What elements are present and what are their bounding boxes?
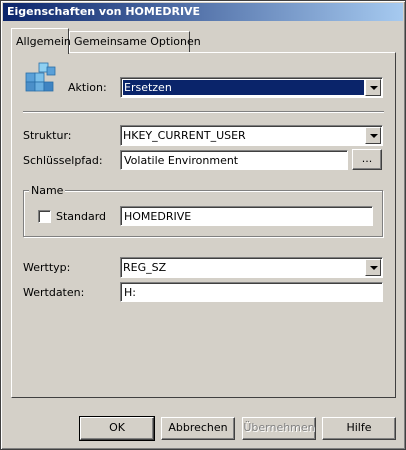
value-data-input[interactable]: H: (120, 282, 383, 302)
browse-button[interactable]: ... (352, 149, 382, 170)
value-type-label: Werttyp: (23, 261, 71, 274)
apply-button[interactable]: Übernehmen (242, 417, 316, 440)
name-value: HOMEDRIVE (124, 210, 192, 223)
help-label: Hilfe (346, 421, 372, 434)
window-title: Eigenschaften von HOMEDRIVE (7, 5, 201, 18)
structure-label: Struktur: (23, 129, 72, 142)
help-button[interactable]: Hilfe (322, 417, 396, 440)
action-value: Ersetzen (123, 80, 364, 95)
action-select[interactable]: Ersetzen (120, 77, 383, 98)
action-label: Aktion: (68, 81, 107, 94)
ok-button[interactable]: OK (79, 416, 155, 441)
cancel-label: Abbrechen (168, 421, 228, 434)
keypath-label: Schlüsselpfad: (23, 154, 103, 167)
name-group-title: Name (29, 184, 66, 197)
keypath-value: Volatile Environment (124, 154, 239, 167)
tab-allgemein[interactable]: Allgemein (11, 28, 71, 54)
cancel-button[interactable]: Abbrechen (161, 417, 235, 440)
keypath-input[interactable]: Volatile Environment (120, 150, 348, 170)
browse-label: ... (361, 152, 373, 165)
registry-cubes-icon (23, 59, 57, 93)
tab-gemeinsame-optionen-label: Gemeinsame Optionen (74, 35, 201, 48)
separator (23, 111, 384, 113)
value-data-label: Wertdaten: (23, 286, 85, 299)
standard-checkbox[interactable] (38, 210, 51, 223)
standard-label: Standard (56, 210, 107, 223)
name-input[interactable]: HOMEDRIVE (120, 206, 373, 226)
value-type-value: REG_SZ (123, 261, 167, 274)
value-type-select[interactable]: REG_SZ (120, 257, 383, 278)
ok-label: OK (109, 421, 125, 434)
apply-label: Übernehmen (243, 421, 315, 434)
structure-dropdown-arrow-icon[interactable] (365, 127, 381, 144)
structure-value: HKEY_CURRENT_USER (123, 129, 246, 142)
value-type-dropdown-arrow-icon[interactable] (365, 259, 381, 276)
properties-dialog: Eigenschaften von HOMEDRIVE Allgemein Ge… (0, 0, 406, 450)
tab-gemeinsame-optionen[interactable]: Gemeinsame Optionen (69, 31, 201, 53)
tab-allgemein-label: Allgemein (16, 35, 71, 48)
action-dropdown-arrow-icon[interactable] (365, 79, 381, 96)
title-bar[interactable]: Eigenschaften von HOMEDRIVE (3, 3, 403, 21)
value-data-value: H: (124, 286, 136, 299)
structure-select[interactable]: HKEY_CURRENT_USER (120, 125, 383, 146)
